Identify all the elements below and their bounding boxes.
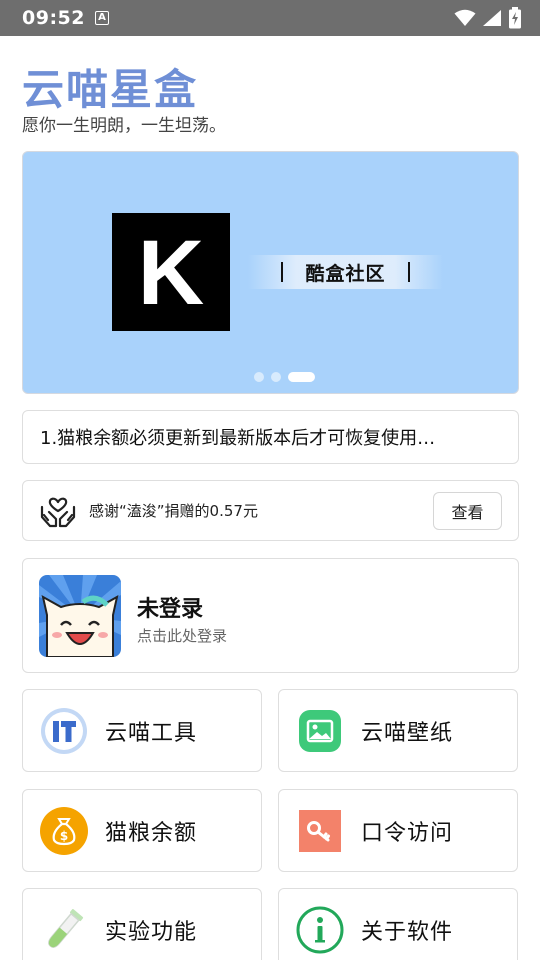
svg-text:$: $ [60,829,68,843]
avatar [39,575,121,657]
battery-icon [509,7,521,29]
donation-bar: 感谢“溘浚”捐赠的0.57元 查看 [22,480,519,541]
status-time: 09:52 [22,7,85,29]
tag-bar-right [407,262,410,282]
menu-item-balance[interactable]: $ 猫粮余额 [22,789,262,872]
kuhe-logo: K [112,213,230,331]
toolbox-icon [39,706,89,756]
carousel-dot[interactable] [271,372,281,382]
app-title: 云喵星盒 [22,65,199,114]
key-icon [295,806,345,856]
menu-label-about: 关于软件 [361,919,454,945]
tag-bar-left [281,262,284,282]
banner-tag: 酷盒社区 [248,255,443,289]
menu-item-tools[interactable]: 云喵工具 [22,689,262,772]
carousel-dot[interactable] [254,372,264,382]
money-bag-icon: $ [39,806,89,856]
banner-carousel[interactable]: K 酷盒社区 [22,151,519,394]
notification-badge-icon: A [94,11,109,25]
login-hint: 点击此处登录 [137,627,228,645]
menu-item-passcode[interactable]: 口令访问 [278,789,518,872]
menu-item-experimental[interactable]: 实验功能 [22,888,262,960]
wifi-icon [454,9,476,26]
test-tube-icon [39,905,89,955]
app-subtitle: 愿你一生明朗，一生坦荡。 [22,116,226,136]
menu-item-about[interactable]: 关于软件 [278,888,518,960]
status-bar: 09:52 A [0,0,540,36]
notice-text: 1.猫粮余额必须更新到最新版本后才可恢复使用… [40,428,436,449]
donation-hands-icon [40,497,76,527]
signal-icon [483,10,501,26]
donation-text: 感谢“溘浚”捐赠的0.57元 [89,502,258,520]
view-donations-button[interactable]: 查看 [433,492,502,530]
menu-label-experimental: 实验功能 [105,919,198,945]
menu-label-wallpaper: 云喵壁纸 [361,720,454,746]
wallpaper-icon [295,706,345,756]
logo-letter: K [138,222,204,324]
user-name: 未登录 [137,597,204,622]
menu-item-wallpaper[interactable]: 云喵壁纸 [278,689,518,772]
user-login-card[interactable]: 未登录 点击此处登录 [22,558,519,673]
menu-label-passcode: 口令访问 [361,820,454,846]
menu-label-tools: 云喵工具 [105,720,198,746]
menu-label-balance: 猫粮余额 [105,820,198,846]
carousel-dot-active[interactable] [288,372,315,382]
notice-bar[interactable]: 1.猫粮余额必须更新到最新版本后才可恢复使用… [22,410,519,464]
carousel-indicator [23,372,518,382]
banner-tag-text: 酷盒社区 [305,262,386,285]
info-icon [295,905,345,955]
